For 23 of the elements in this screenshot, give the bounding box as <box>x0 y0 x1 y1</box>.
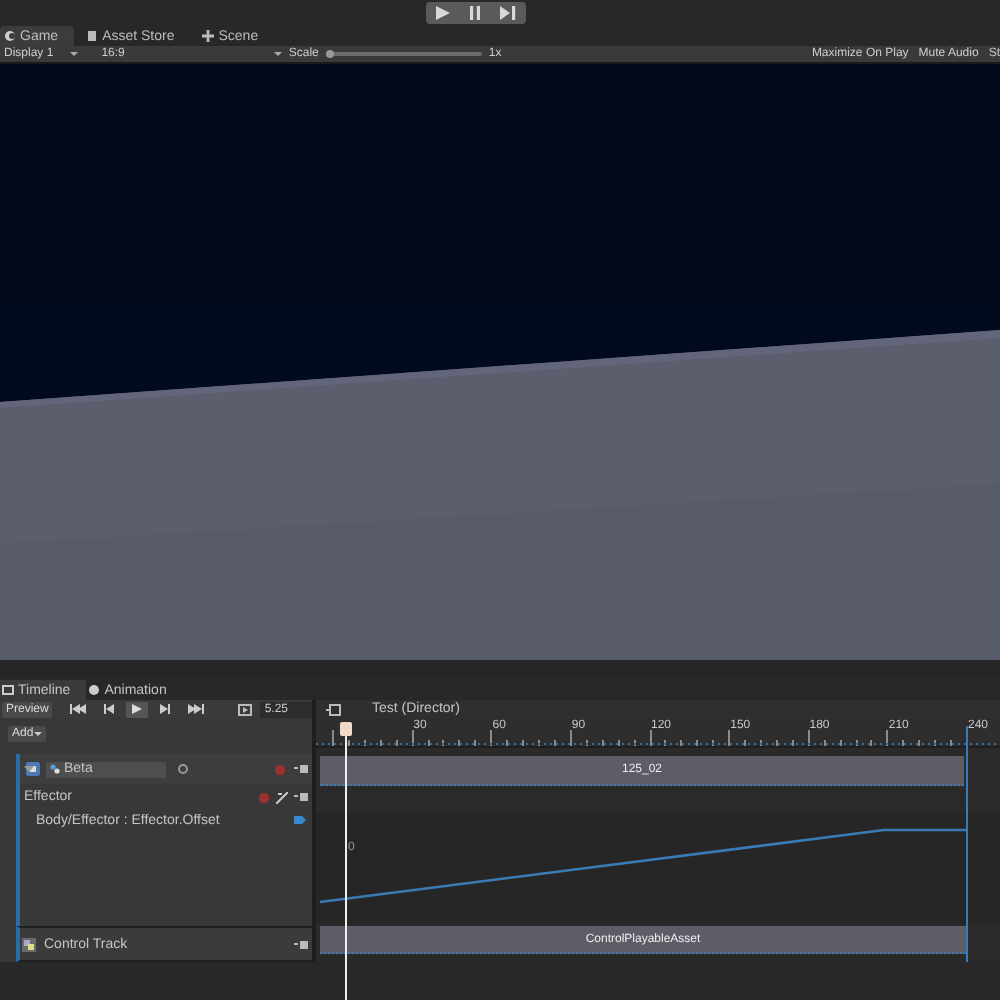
playhead[interactable] <box>339 722 352 1000</box>
menu-icon <box>294 764 308 774</box>
caret-icon <box>69 50 78 58</box>
caret-icon <box>33 730 42 738</box>
caret-icon <box>274 50 283 58</box>
record-icon <box>258 791 270 803</box>
record-icon <box>274 763 286 775</box>
play-icon[interactable] <box>436 6 450 20</box>
menu-icon <box>294 792 308 802</box>
pause-icon[interactable] <box>470 6 480 20</box>
timeline-icon <box>2 684 14 696</box>
control-track-icon <box>22 937 36 951</box>
key-icon <box>294 816 306 824</box>
director-icon <box>326 703 342 715</box>
dot-icon <box>88 684 101 696</box>
menu-icon <box>294 939 308 949</box>
curve-icon <box>276 791 288 803</box>
play-button[interactable] <box>126 701 149 717</box>
crosshair-icon <box>202 30 215 42</box>
step-icon[interactable] <box>500 6 516 20</box>
slider-thumb[interactable] <box>326 50 335 58</box>
animator-icon <box>50 764 60 774</box>
target-icon <box>178 764 188 774</box>
